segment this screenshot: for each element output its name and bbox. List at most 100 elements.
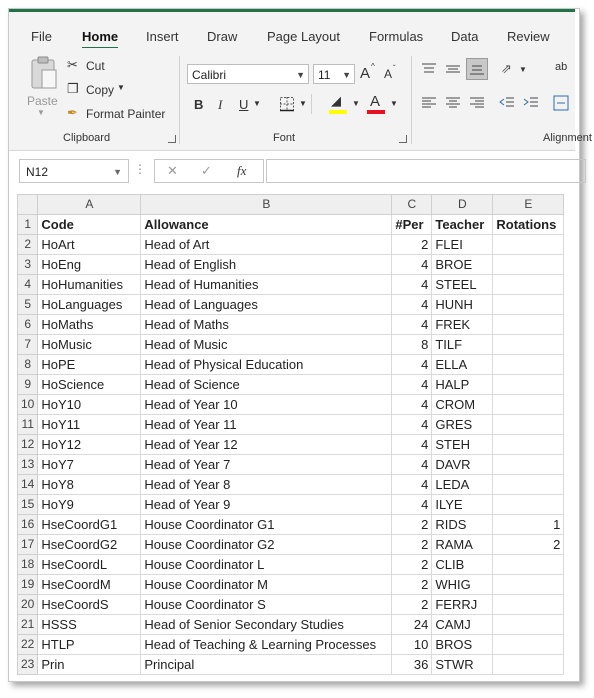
cell-rotations[interactable] <box>492 574 565 595</box>
cell-code[interactable]: HoY10 <box>37 394 142 415</box>
cell-teacher[interactable]: HUNH <box>431 294 494 315</box>
column-header-a[interactable]: A <box>37 194 142 215</box>
cell-per[interactable]: 4 <box>391 254 433 275</box>
cell-rotations[interactable] <box>492 234 565 255</box>
cell-per[interactable]: 4 <box>391 374 433 395</box>
row-header[interactable]: 21 <box>16 614 39 635</box>
cell-code[interactable]: HoY8 <box>37 474 142 495</box>
cell-teacher[interactable]: GRES <box>431 414 494 435</box>
tab-review[interactable]: Review <box>507 29 550 44</box>
cell-code[interactable]: HseCoordG1 <box>37 514 142 535</box>
column-header-d[interactable]: D <box>431 194 494 215</box>
cell-code[interactable]: HoScience <box>37 374 142 395</box>
tab-formulas[interactable]: Formulas <box>369 29 423 44</box>
orientation-chevron-down-icon[interactable]: ▼ <box>519 65 527 74</box>
wrap-text-button[interactable]: ab <box>555 61 567 73</box>
row-header[interactable]: 8 <box>16 354 39 375</box>
row-header[interactable]: 9 <box>16 374 39 395</box>
row-header[interactable]: 5 <box>16 294 39 315</box>
cell-per[interactable]: 4 <box>391 314 433 335</box>
row-header[interactable]: 13 <box>16 454 39 475</box>
cell-per[interactable]: 2 <box>391 514 433 535</box>
cell-allowance[interactable]: Head of Music <box>140 334 393 355</box>
cell-teacher[interactable]: CLIB <box>431 554 494 575</box>
cell-allowance[interactable]: House Coordinator G1 <box>140 514 393 535</box>
cell-teacher[interactable]: WHIG <box>431 574 494 595</box>
cell-per[interactable]: 4 <box>391 494 433 515</box>
cell-code[interactable]: HseCoordS <box>37 594 142 615</box>
cell-per[interactable]: 4 <box>391 414 433 435</box>
cell-allowance[interactable]: Head of Languages <box>140 294 393 315</box>
formula-input[interactable] <box>266 159 586 183</box>
row-header[interactable]: 17 <box>16 534 39 555</box>
cell-rotations[interactable] <box>492 414 565 435</box>
cell-teacher[interactable]: LEDA <box>431 474 494 495</box>
align-bottom-button[interactable] <box>466 58 488 80</box>
tab-file[interactable]: File <box>31 29 52 44</box>
cell-per[interactable]: 4 <box>391 274 433 295</box>
cell-allowance[interactable]: Head of Year 12 <box>140 434 393 455</box>
column-header-b[interactable]: B <box>140 194 393 215</box>
cell-teacher[interactable]: TILF <box>431 334 494 355</box>
align-left-icon[interactable] <box>421 96 437 110</box>
column-header-c[interactable]: C <box>391 194 433 215</box>
cell-per[interactable]: 4 <box>391 294 433 315</box>
cell-teacher[interactable]: STEH <box>431 434 494 455</box>
cell-rotations[interactable] <box>492 274 565 295</box>
cell-allowance[interactable]: House Coordinator G2 <box>140 534 393 555</box>
cell-teacher[interactable]: FREK <box>431 314 494 335</box>
fill-chevron-down-icon[interactable]: ▼ <box>352 99 360 108</box>
tab-page-layout[interactable]: Page Layout <box>267 29 340 44</box>
cell-per[interactable]: 4 <box>391 454 433 475</box>
cell-per[interactable]: 4 <box>391 474 433 495</box>
select-all-corner[interactable] <box>16 194 39 215</box>
cell-teacher[interactable]: ELLA <box>431 354 494 375</box>
cell-rotations[interactable] <box>492 374 565 395</box>
cell-rotations[interactable]: 1 <box>492 514 565 535</box>
cell-per[interactable]: 24 <box>391 614 433 635</box>
cell-per[interactable]: 10 <box>391 634 433 655</box>
font-launcher-icon[interactable] <box>399 135 407 143</box>
cell-teacher[interactable]: STEEL <box>431 274 494 295</box>
align-center-icon[interactable] <box>445 96 461 110</box>
align-top-icon[interactable] <box>421 62 437 76</box>
cell-code[interactable]: HoArt <box>37 234 142 255</box>
cell-code[interactable]: HoEng <box>37 254 142 275</box>
underline-button[interactable]: U <box>239 97 248 112</box>
cell-code[interactable]: HoHumanities <box>37 274 142 295</box>
cell-rotations[interactable] <box>492 294 565 315</box>
cell-rotations[interactable] <box>492 434 565 455</box>
cell-teacher[interactable]: RAMA <box>431 534 494 555</box>
row-header[interactable]: 19 <box>16 574 39 595</box>
tab-insert[interactable]: Insert <box>146 29 179 44</box>
cell-allowance[interactable]: Head of Art <box>140 234 393 255</box>
cell-per[interactable]: 8 <box>391 334 433 355</box>
merge-center-icon[interactable] <box>553 95 569 111</box>
cell-teacher[interactable]: STWR <box>431 654 494 675</box>
cell-allowance[interactable]: Allowance <box>140 214 393 235</box>
scissors-icon[interactable]: ✂ <box>67 57 78 73</box>
decrease-indent-icon[interactable] <box>499 96 515 110</box>
cell-teacher[interactable]: ILYE <box>431 494 494 515</box>
copy-chevron-down-icon[interactable]: ▼ <box>117 83 125 92</box>
cell-rotations[interactable] <box>492 494 565 515</box>
underline-chevron-down-icon[interactable]: ▼ <box>253 99 261 108</box>
copy-icon[interactable]: ❐ <box>67 81 79 97</box>
cell-code[interactable]: Code <box>37 214 142 235</box>
row-header[interactable]: 7 <box>16 334 39 355</box>
column-header-e[interactable]: E <box>492 194 565 215</box>
cell-per[interactable]: 2 <box>391 574 433 595</box>
bold-button[interactable]: B <box>194 97 203 112</box>
cell-per[interactable]: 4 <box>391 434 433 455</box>
cell-code[interactable]: HseCoordG2 <box>37 534 142 555</box>
cell-allowance[interactable]: Head of Senior Secondary Studies <box>140 614 393 635</box>
cell-rotations[interactable] <box>492 254 565 275</box>
row-header[interactable]: 2 <box>16 234 39 255</box>
format-painter-button[interactable]: Format Painter <box>86 107 165 121</box>
cell-rotations[interactable] <box>492 614 565 635</box>
tab-data[interactable]: Data <box>451 29 478 44</box>
row-header[interactable]: 22 <box>16 634 39 655</box>
cell-per[interactable]: #Per <box>391 214 433 235</box>
align-middle-icon[interactable] <box>445 62 461 76</box>
cell-allowance[interactable]: Head of Physical Education <box>140 354 393 375</box>
